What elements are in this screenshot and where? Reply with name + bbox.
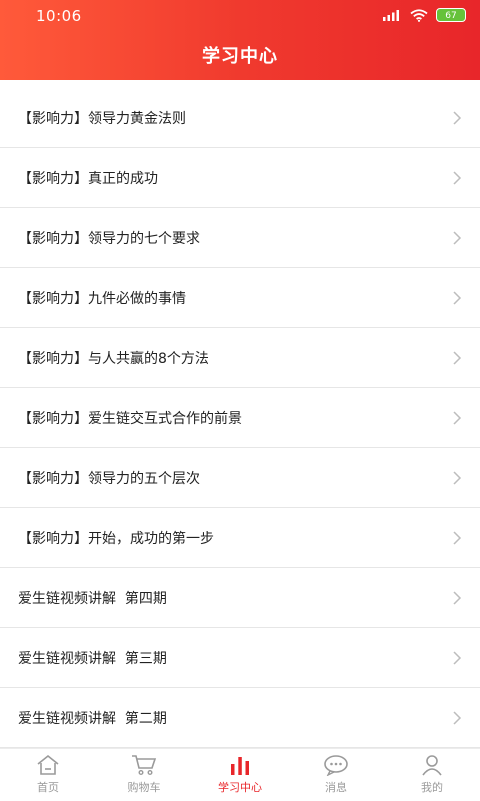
list-item-label: 爱生链视频讲解 第四期 <box>18 590 167 607</box>
list-item-label: 【影响力】真正的成功 <box>18 170 158 187</box>
status-icons: 67 <box>382 8 466 22</box>
chevron-right-icon <box>453 711 462 725</box>
chevron-right-icon <box>453 291 462 305</box>
course-list: 【影响力】领导力黄金法则 【影响力】真正的成功 【影响力】领导力的七个要求 【影… <box>0 88 480 748</box>
tab-mine-label: 我的 <box>421 781 443 794</box>
tab-learning[interactable]: 学习中心 <box>192 749 288 801</box>
list-item-label: 爱生链视频讲解 第二期 <box>18 710 167 727</box>
chevron-right-icon <box>453 651 462 665</box>
signal-icon <box>383 10 399 21</box>
chevron-right-icon <box>453 171 462 185</box>
list-item[interactable]: 【影响力】爱生链交互式合作的前景 <box>0 388 480 448</box>
app-header: 10:06 67 学习中心 <box>0 0 480 80</box>
list-item[interactable]: 【影响力】真正的成功 <box>0 148 480 208</box>
battery-icon: 67 <box>436 8 466 22</box>
list-item-label: 【影响力】领导力的五个层次 <box>18 470 200 487</box>
tab-messages-label: 消息 <box>325 781 347 794</box>
list-item-label: 【影响力】爱生链交互式合作的前景 <box>18 410 242 427</box>
tab-learning-label: 学习中心 <box>218 781 262 794</box>
tab-cart[interactable]: 购物车 <box>96 749 192 801</box>
chevron-right-icon <box>453 111 462 125</box>
tab-messages[interactable]: 消息 <box>288 749 384 801</box>
chevron-right-icon <box>453 351 462 365</box>
chevron-right-icon <box>453 531 462 545</box>
list-item[interactable]: 爱生链视频讲解 第四期 <box>0 568 480 628</box>
tab-cart-label: 购物车 <box>127 781 161 794</box>
chat-bubble-icon <box>324 755 348 776</box>
page-title: 学习中心 <box>202 46 278 67</box>
tab-home[interactable]: 首页 <box>0 749 96 801</box>
list-item[interactable]: 爱生链视频讲解 第三期 <box>0 628 480 688</box>
chevron-right-icon <box>453 411 462 425</box>
list-item-label: 【影响力】九件必做的事情 <box>18 290 186 307</box>
bottom-tab-bar: 首页 购物车 学习中心 消息 我的 <box>0 748 480 801</box>
chevron-right-icon <box>453 591 462 605</box>
list-item[interactable]: 【影响力】领导力的五个层次 <box>0 448 480 508</box>
list-item[interactable]: 【影响力】九件必做的事情 <box>0 268 480 328</box>
user-icon <box>422 755 442 776</box>
status-bar: 10:06 67 <box>0 0 480 32</box>
tab-mine[interactable]: 我的 <box>384 749 480 801</box>
list-item[interactable]: 【影响力】领导力黄金法则 <box>0 88 480 148</box>
bar-chart-icon <box>231 757 249 775</box>
list-item[interactable]: 【影响力】领导力的七个要求 <box>0 208 480 268</box>
list-item-label: 【影响力】领导力黄金法则 <box>18 110 186 127</box>
wifi-icon <box>410 8 428 22</box>
list-item[interactable]: 爱生链视频讲解 第二期 <box>0 688 480 748</box>
status-time: 10:06 <box>36 7 82 25</box>
list-item-label: 【影响力】与人共赢的8个方法 <box>18 350 209 367</box>
list-item-label: 【影响力】领导力的七个要求 <box>18 230 200 247</box>
chevron-right-icon <box>453 231 462 245</box>
list-item-label: 【影响力】开始，成功的第一步 <box>18 530 214 547</box>
home-icon <box>37 754 59 775</box>
list-item-label: 爱生链视频讲解 第三期 <box>18 650 167 667</box>
list-item[interactable]: 【影响力】开始，成功的第一步 <box>0 508 480 568</box>
cart-icon <box>132 755 157 776</box>
tab-home-label: 首页 <box>37 781 59 794</box>
list-item[interactable]: 【影响力】与人共赢的8个方法 <box>0 328 480 388</box>
chevron-right-icon <box>453 471 462 485</box>
